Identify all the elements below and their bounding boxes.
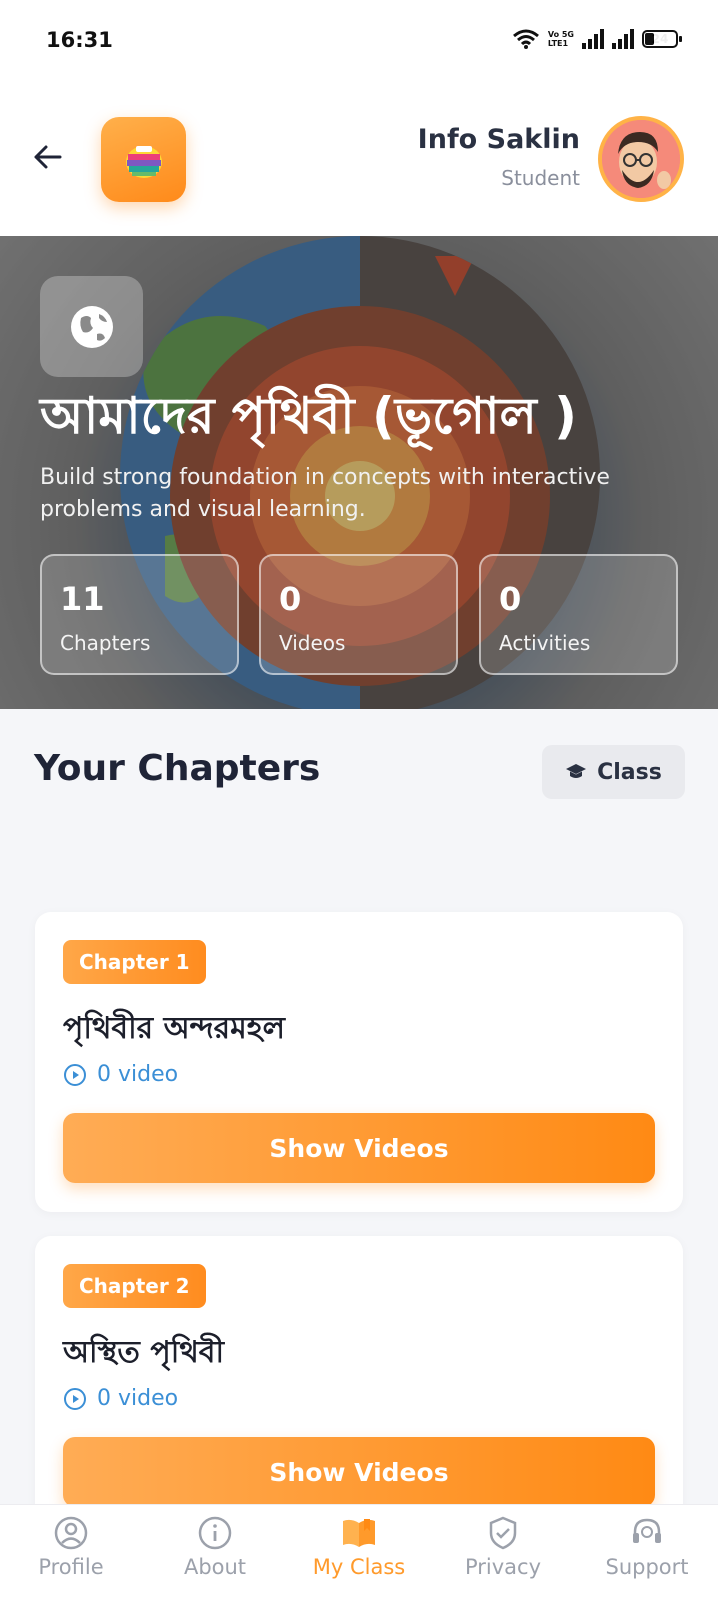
stat-videos: 0 Videos [259,554,458,675]
video-count-label: 0 video [97,1386,179,1411]
nav-label: Privacy [464,1555,542,1579]
app-logo[interactable] [101,117,186,202]
back-arrow-icon[interactable] [30,139,66,175]
stat-chapters: 11 Chapters [40,554,239,675]
subject-title: আমাদের পৃথিবী (ভূগোল ) [40,387,578,445]
chapter-badge: Chapter 2 [63,1264,206,1308]
video-count-label: 0 video [97,1062,179,1087]
video-count: 0 video [63,1386,178,1411]
nav-item-about[interactable]: About [150,1515,280,1579]
bottom-navigation: Profile About My Class Privacy Support [0,1504,718,1599]
nav-label: Support [605,1555,689,1579]
battery-level: 24 [651,32,669,46]
subject-description: Build strong foundation in concepts with… [40,465,610,522]
shield-icon [489,1516,517,1550]
show-videos-button[interactable]: Show Videos [63,1113,655,1183]
stat-label: Activities [499,631,591,655]
stat-label: Chapters [60,631,151,655]
show-videos-button[interactable]: Show Videos [63,1437,655,1507]
user-role: Student [501,166,580,190]
nav-item-privacy[interactable]: Privacy [438,1515,568,1579]
user-avatar[interactable] [598,116,684,202]
nav-label: Profile [38,1555,104,1579]
signal-icon [582,29,604,49]
info-icon [198,1516,232,1550]
brain-logo-icon [125,145,162,178]
avatar-memoji-icon [602,120,680,198]
class-button[interactable]: Class [542,745,685,799]
stat-activities: 0 Activities [479,554,678,675]
stat-value: 0 [499,580,522,618]
battery-icon: 24 [642,30,682,48]
headset-icon [633,1518,661,1543]
app-header: Info Saklin Student [0,84,718,236]
section-title: Your Chapters [34,748,321,789]
nav-item-support[interactable]: Support [582,1515,712,1579]
chapter-card: Chapter 2 অস্থিত পৃথিবী 0 video Show Vid… [35,1236,683,1536]
globe-icon [70,305,113,348]
stat-value: 11 [60,580,105,618]
status-icons: Vo 5G LTE1 24 [512,28,682,50]
wifi-icon [512,29,539,49]
status-time: 16:31 [46,28,113,52]
signal-icon-2 [612,29,634,49]
stat-value: 0 [279,580,302,618]
nav-item-my-class[interactable]: My Class [294,1515,424,1579]
nav-label: About [183,1555,247,1579]
subject-hero-banner: আমাদের পৃথিবী (ভূগোল ) Build strong foun… [0,236,718,709]
play-circle-icon [64,1063,86,1086]
graduation-cap-icon [566,764,587,778]
chapter-title: অস্থিত পৃথিবী [63,1335,225,1370]
subject-icon [40,276,143,377]
nav-item-profile[interactable]: Profile [6,1515,136,1579]
nav-label: My Class [312,1555,406,1579]
profile-icon [54,1516,88,1550]
class-button-label: Class [597,759,662,785]
chapter-badge: Chapter 1 [63,940,206,984]
user-name: Info Saklin [417,124,580,155]
video-count: 0 video [63,1062,178,1087]
play-circle-icon [64,1387,86,1410]
book-icon [343,1519,375,1547]
stat-label: Videos [279,631,346,655]
chapter-card: Chapter 1 পৃথিবীর অন্দরমহল 0 video Show … [35,912,683,1212]
chapter-title: পৃথিবীর অন্দরমহল [63,1011,285,1046]
status-bar: 16:31 Vo 5G LTE1 24 [0,0,718,84]
volte-indicator: Vo 5G LTE1 [547,30,574,48]
